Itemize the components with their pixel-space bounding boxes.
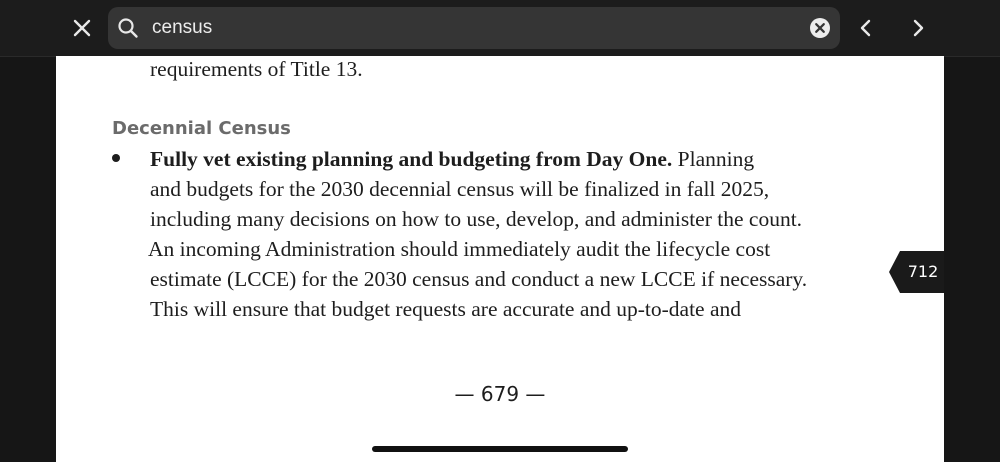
bullet-line-rest: Planning [672, 147, 755, 171]
page-number: — 679 — [454, 382, 546, 406]
clear-circle-icon[interactable] [809, 17, 831, 39]
search-field[interactable] [108, 7, 840, 49]
bullet-first-line: Fully vet existing planning and budgetin… [150, 147, 754, 172]
chevron-right-icon[interactable] [904, 14, 932, 42]
home-indicator[interactable] [372, 446, 628, 452]
close-button[interactable] [66, 12, 98, 44]
paragraph-line: including many decisions on how to use, … [150, 207, 803, 231]
paragraph-line: An incoming Administration should immedi… [148, 237, 771, 261]
section-heading: Decennial Census [112, 118, 291, 139]
page-badge-label: 712 [907, 262, 939, 281]
paragraph-line: and budgets for the 2030 decennial censu… [150, 177, 770, 201]
paragraph-line: This will ensure that budget requests ar… [150, 297, 742, 321]
search-icon [118, 18, 138, 38]
book-page: requirements of Title 13. Decennial Cens… [56, 56, 944, 462]
search-input[interactable] [152, 7, 792, 49]
reader-screen: requirements of Title 13. Decennial Cens… [0, 0, 1000, 462]
search-toolbar [0, 0, 1000, 57]
paragraph-line: estimate (LCCE) for the 2030 census and … [150, 267, 808, 291]
bullet-point [112, 154, 120, 162]
bullet-bold-lead: Fully vet existing planning and budgetin… [150, 147, 673, 171]
paragraph-line: requirements of Title 13. [150, 57, 363, 81]
close-icon [73, 19, 91, 37]
chevron-left-icon[interactable] [852, 14, 880, 42]
